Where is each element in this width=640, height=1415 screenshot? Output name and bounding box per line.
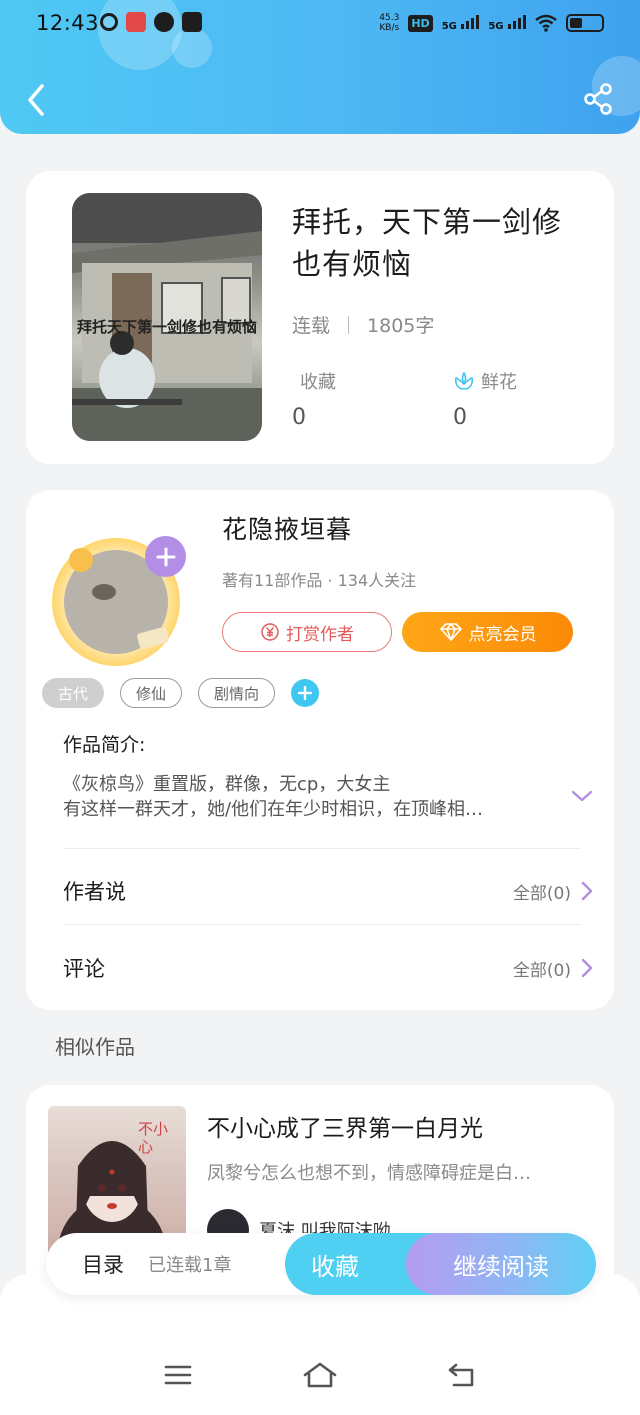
speed-unit: KB/s <box>379 23 400 33</box>
similar-book-desc: 凤黎兮怎么也想不到，情感障碍症是白… <box>207 1163 531 1184</box>
back-button[interactable] <box>18 78 58 122</box>
similar-cover-text: 不小心 <box>138 1120 169 1156</box>
share-icon <box>584 83 612 115</box>
system-nav-bar <box>0 1345 640 1405</box>
toc-button[interactable]: 目录 <box>82 1233 124 1295</box>
comments-all: 全部(0) <box>513 956 593 981</box>
author-meta: 著有11部作品 · 134人关注 <box>222 571 417 590</box>
author-says-row[interactable]: 作者说 全部(0) <box>63 863 593 919</box>
book-cover[interactable]: 拜托天下第一剑修也有烦恼 <box>72 193 262 441</box>
follow-button[interactable] <box>145 536 186 577</box>
light-vip-label: 点亮会员 <box>468 624 537 645</box>
cover-title-text: 拜托天下第一剑修也有烦恼 <box>76 318 257 336</box>
bottom-action-bar: 目录 已连载1章 收藏 继续阅读 <box>46 1233 596 1295</box>
flower-icon <box>454 371 474 390</box>
intro-text[interactable]: 《灰椋鸟》重置版，群像，无cp，大女主 有这样一群天才，她/他们在年少时相识，在… <box>63 772 553 822</box>
chevron-left-icon <box>28 84 44 116</box>
book-status: 连载 <box>292 315 331 337</box>
home-button[interactable] <box>290 1345 350 1405</box>
notification-icons <box>100 12 202 32</box>
toc-meta: 已连载1章 <box>148 1255 232 1276</box>
expand-intro-button[interactable] <box>570 788 594 808</box>
chevron-right-icon <box>581 958 593 978</box>
status-time: 12:43 <box>36 11 100 35</box>
flower-value: 0 <box>453 405 467 430</box>
collect-value: 0 <box>292 405 306 430</box>
message-icon <box>154 12 174 32</box>
author-name[interactable]: 花隐掖垣暮 <box>222 510 352 546</box>
signal-sim1: 5G <box>441 14 480 32</box>
favorite-label: 收藏 <box>311 1252 359 1281</box>
author-avatar[interactable] <box>46 530 186 670</box>
author-says-all: 全部(0) <box>513 879 593 904</box>
tag-list: 古代 修仙 剧情向 <box>42 678 320 708</box>
tag-item[interactable]: 修仙 <box>120 678 183 708</box>
network-speed: 45.3 KB/s <box>379 13 399 33</box>
speed-value: 45.3 <box>379 13 400 23</box>
book-word-count: 1805字 <box>367 315 435 337</box>
signal-sim2: 5G <box>488 14 526 32</box>
status-right: 45.3 KB/s HD 5G 5G <box>379 13 604 33</box>
top-header: 12:43 45.3 KB/s HD 5G 5G <box>0 0 640 134</box>
hd-badge: HD <box>408 14 433 32</box>
intro-label: 作品简介: <box>63 734 146 756</box>
tag-item[interactable]: 古代 <box>42 678 105 708</box>
flower-label: 鲜花 <box>481 372 517 393</box>
similar-book-title: 不小心成了三界第一白月光 <box>207 1116 483 1142</box>
flower-stat[interactable]: 鲜花 <box>453 368 517 394</box>
back-nav-button[interactable] <box>432 1345 492 1405</box>
sim1-label: 5G <box>441 20 457 32</box>
plus-icon <box>156 547 175 566</box>
sim2-label: 5G <box>488 20 504 32</box>
yuan-coin-icon <box>261 623 279 641</box>
return-icon <box>448 1363 474 1387</box>
plus-icon <box>298 686 313 700</box>
signal-bars-icon <box>508 14 526 29</box>
author-card: 花隐掖垣暮 著有11部作品 · 134人关注 打赏作者 点亮会员 古代 修仙 剧… <box>26 490 614 1010</box>
tag-item[interactable]: 剧情向 <box>198 678 276 708</box>
continue-reading-button[interactable]: 继续阅读 <box>406 1233 596 1295</box>
battery-icon <box>566 14 604 32</box>
author-says-label: 作者说 <box>63 880 126 904</box>
status-bar: 12:43 45.3 KB/s HD 5G 5G <box>0 0 640 50</box>
app-icon <box>182 12 202 32</box>
add-tag-button[interactable] <box>291 679 320 707</box>
app-icon <box>126 12 146 32</box>
continue-reading-label: 继续阅读 <box>453 1252 549 1281</box>
comments-label: 评论 <box>63 957 105 981</box>
tip-author-button[interactable]: 打赏作者 <box>222 612 392 652</box>
menu-icon <box>164 1365 192 1385</box>
book-meta: 连载 1805字 <box>292 311 434 338</box>
wifi-icon <box>535 14 557 32</box>
meta-divider <box>348 315 350 334</box>
author-says-count: 全部(0) <box>512 883 571 904</box>
signal-bars-icon <box>461 14 480 29</box>
diamond-icon <box>439 623 462 641</box>
book-title: 拜托，天下第一剑修也有烦恼 <box>292 205 563 281</box>
divider <box>63 848 581 849</box>
home-icon <box>303 1362 337 1388</box>
light-vip-button[interactable]: 点亮会员 <box>402 612 573 652</box>
similar-section-title: 相似作品 <box>55 1035 135 1059</box>
book-info-card: 拜托天下第一剑修也有烦恼 拜托，天下第一剑修也有烦恼 连载 1805字 收藏 0… <box>26 171 614 464</box>
intro-line: 有这样一群天才，她/他们在年少时相识，在顶峰相… <box>63 799 484 820</box>
comments-count: 全部(0) <box>512 960 571 981</box>
comments-row[interactable]: 评论 全部(0) <box>63 940 593 996</box>
tip-author-label: 打赏作者 <box>286 624 354 645</box>
app-icon <box>100 13 118 31</box>
intro-line: 《灰椋鸟》重置版，群像，无cp，大女主 <box>63 774 391 795</box>
chevron-down-icon <box>571 790 593 802</box>
divider <box>63 924 581 925</box>
menu-button[interactable] <box>148 1345 208 1405</box>
share-button[interactable] <box>582 82 616 116</box>
chevron-right-icon <box>581 881 593 901</box>
collect-label: 收藏 <box>300 372 336 393</box>
